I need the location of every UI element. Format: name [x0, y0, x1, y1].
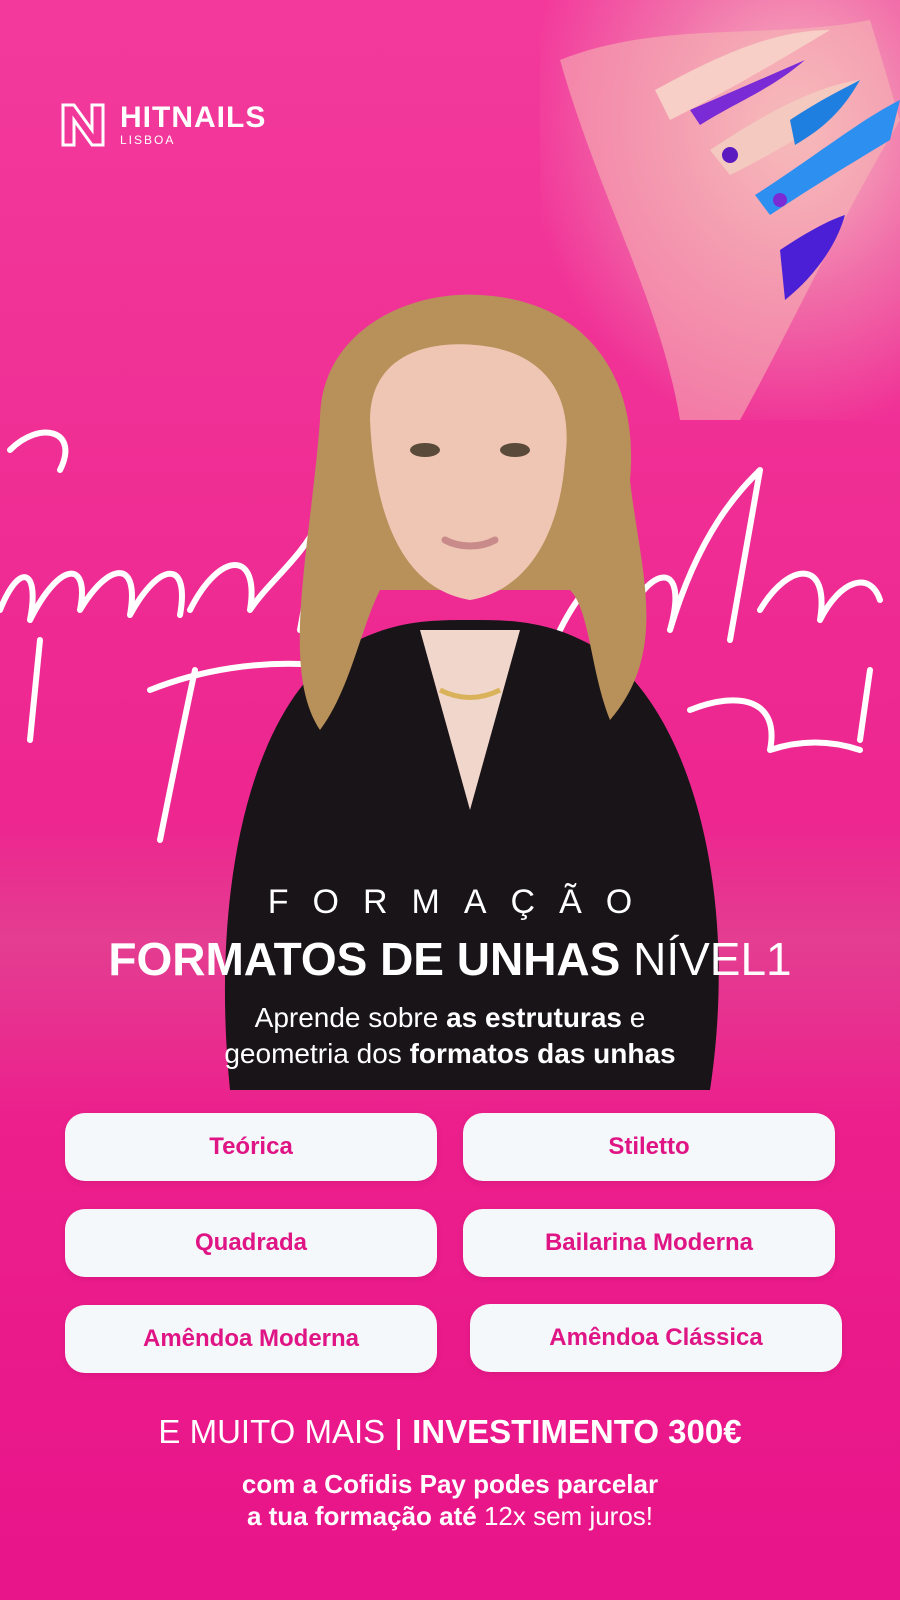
brand-logo: HITNAILS LISBOA [60, 102, 266, 148]
topic-chip: Amêndoa Moderna [65, 1305, 437, 1373]
eyebrow-label: FORMAÇÃO [267, 883, 657, 921]
hero-text: FORMAÇÃO FORMATOS DE UNHAS NÍVEL1 Aprend… [0, 880, 900, 1072]
subtitle-line-2: geometria dos formatos das unhas [0, 1036, 900, 1072]
topic-chip: Bailarina Moderna [463, 1209, 835, 1277]
subtitle-emphasis: formatos das unhas [409, 1038, 676, 1069]
subtitle-text: Aprende sobre [254, 1002, 447, 1033]
topic-chip: Stiletto [463, 1113, 835, 1181]
topic-chip: Amêndoa Clássica [470, 1304, 842, 1372]
course-level: NÍVEL1 [633, 933, 792, 985]
investment-price: INVESTIMENTO 300€ [412, 1413, 742, 1450]
brand-wordmark: HITNAILS LISBOA [120, 101, 267, 148]
promo-poster: HITNAILS LISBOA FORMAÇÃO FORMATOS DE UNH… [0, 0, 900, 1600]
payment-installments: 12x sem juros! [483, 1501, 654, 1531]
subtitle-text: e [621, 1002, 646, 1033]
payment-text: a tua formação até [246, 1501, 484, 1531]
brand-location: LISBOA [120, 133, 176, 147]
hitnails-logo-icon [61, 103, 105, 147]
subtitle-text: geometria dos [224, 1038, 410, 1069]
payment-line-2: a tua formação até 12x sem juros! [0, 1500, 900, 1532]
topic-chip: Quadrada [65, 1209, 437, 1277]
course-title-main: FORMATOS DE UNHAS [108, 933, 621, 985]
course-subtitle: Aprende sobre as estruturas e geometria … [0, 1000, 900, 1072]
subtitle-line-1: Aprende sobre as estruturas e [0, 1000, 900, 1036]
brand-name: HITNAILS [120, 101, 267, 134]
pricing-footer: E MUITO MAIS | INVESTIMENTO 300€ com a C… [0, 1412, 900, 1532]
payment-line-1: com a Cofidis Pay podes parcelar [0, 1468, 900, 1500]
payment-text: com a Cofidis Pay podes parcelar [241, 1469, 659, 1499]
payment-note: com a Cofidis Pay podes parcelar a tua f… [0, 1468, 900, 1532]
topic-chip: Teórica [65, 1113, 437, 1181]
course-title: FORMATOS DE UNHAS NÍVEL1 [0, 932, 900, 986]
investment-line: E MUITO MAIS | INVESTIMENTO 300€ [0, 1412, 900, 1452]
more-label: E MUITO MAIS | [158, 1413, 413, 1450]
subtitle-emphasis: as estruturas [446, 1002, 622, 1033]
